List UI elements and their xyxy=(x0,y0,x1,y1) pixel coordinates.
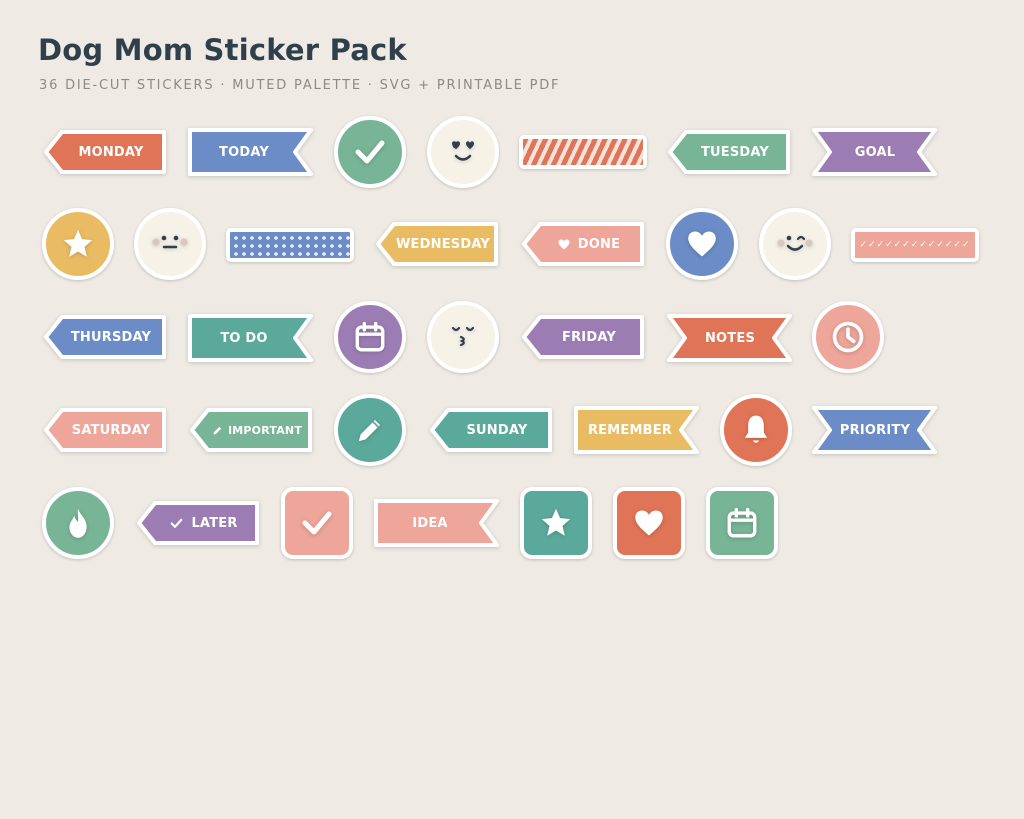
sticker-label: LATER xyxy=(191,515,238,531)
sticker-label: REMEMBER xyxy=(587,422,673,438)
sticker-later[interactable]: LATER xyxy=(135,500,261,546)
sticker-today[interactable]: TODAY xyxy=(187,127,315,177)
sticker-label-row: LATER xyxy=(151,500,257,546)
sticker-label-row: IMPORTANT xyxy=(204,407,310,453)
sticker-priority[interactable]: PRIORITY xyxy=(811,405,939,455)
sticker-label: TUESDAY xyxy=(700,144,770,160)
sticker-label-row: DONE xyxy=(536,221,642,267)
pencil-icon xyxy=(212,425,223,436)
sticker-thursday[interactable]: THURSDAY xyxy=(42,314,168,360)
sticker-clock-circle[interactable] xyxy=(812,301,884,373)
check-icon xyxy=(302,511,332,535)
sticker-label: IDEA xyxy=(412,515,448,531)
sticker-idea[interactable]: IDEA xyxy=(373,498,501,548)
sticker-heart-circle[interactable] xyxy=(666,208,738,280)
sticker-bell-circle[interactable] xyxy=(720,394,792,466)
clock-icon xyxy=(832,321,864,353)
bell-icon xyxy=(744,415,768,443)
sticker-notes[interactable]: NOTES xyxy=(666,313,794,363)
sticker-star-square[interactable] xyxy=(520,487,592,559)
sticker-star-circle[interactable] xyxy=(42,208,114,280)
sticker-done[interactable]: DONE xyxy=(520,221,646,267)
sticker-label: SUNDAY xyxy=(466,422,528,438)
sticker-label: FRIDAY xyxy=(562,329,616,345)
sticker-wednesday[interactable]: WEDNESDAY xyxy=(374,221,500,267)
check-icon xyxy=(355,140,385,164)
sticker-label: NOTES xyxy=(704,330,756,346)
sticker-label: GOAL xyxy=(854,144,896,160)
sticker-remember[interactable]: REMEMBER xyxy=(573,405,701,455)
sticker-check-strip[interactable]: ✓✓✓✓✓✓✓✓✓✓✓✓✓ xyxy=(851,228,979,262)
sticker-friday[interactable]: FRIDAY xyxy=(520,314,646,360)
sticker-label: PRIORITY xyxy=(839,422,911,438)
sticker-heart-square[interactable] xyxy=(613,487,685,559)
sticker-todo[interactable]: TO DO xyxy=(187,313,315,363)
sticker-smile-face[interactable] xyxy=(427,116,499,188)
sticker-check-square[interactable] xyxy=(281,487,353,559)
sticker-important[interactable]: IMPORTANT xyxy=(188,407,314,453)
sticker-pencil-circle[interactable] xyxy=(334,394,406,466)
sticker-saturday[interactable]: SATURDAY xyxy=(42,407,168,453)
heart-icon xyxy=(688,231,716,257)
sticker-kiss-face[interactable] xyxy=(427,301,499,373)
sticker-label: MONDAY xyxy=(78,144,144,160)
page-subtitle: 36 DIE-CUT STICKERS · MUTED PALETTE · SV… xyxy=(39,78,561,93)
sticker-neutral-face[interactable] xyxy=(134,208,206,280)
sticker-flame-circle[interactable] xyxy=(42,487,114,559)
page-title: Dog Mom Sticker Pack xyxy=(38,33,407,67)
sticker-tuesday[interactable]: TUESDAY xyxy=(666,129,792,175)
calendar-icon xyxy=(727,507,757,538)
flame-icon xyxy=(69,508,87,538)
sticker-label: TODAY xyxy=(219,144,269,160)
pencil-icon xyxy=(358,420,380,442)
smile-face-icon xyxy=(452,141,474,161)
sticker-dot-strip[interactable] xyxy=(226,228,354,262)
sticker-stripe-strip[interactable] xyxy=(519,135,647,169)
star-icon xyxy=(541,508,571,536)
sticker-label: SATURDAY xyxy=(71,422,151,438)
check-marks: ✓✓✓✓✓✓✓✓✓✓✓✓✓ xyxy=(859,240,971,250)
kiss-face-icon xyxy=(451,326,475,347)
sticker-calendar-square[interactable] xyxy=(706,487,778,559)
sticker-sunday[interactable]: SUNDAY xyxy=(428,407,554,453)
heart-icon xyxy=(635,510,663,536)
neutral-face-icon xyxy=(152,235,188,249)
sticker-label: DONE xyxy=(577,236,621,252)
heart-icon xyxy=(558,239,570,250)
calendar-icon xyxy=(355,321,385,352)
sticker-goal[interactable]: GOAL xyxy=(811,127,939,177)
sticker-wink-face[interactable] xyxy=(759,208,831,280)
sticker-label: THURSDAY xyxy=(70,329,152,345)
sticker-monday[interactable]: MONDAY xyxy=(42,129,168,175)
sticker-label: IMPORTANT xyxy=(227,423,303,437)
star-icon xyxy=(63,229,93,257)
sticker-check-circle[interactable] xyxy=(334,116,406,188)
check-icon xyxy=(170,518,183,529)
sticker-calendar-circle[interactable] xyxy=(334,301,406,373)
wink-face-icon xyxy=(777,235,813,251)
sticker-label: WEDNESDAY xyxy=(396,236,490,252)
sticker-label: TO DO xyxy=(220,330,268,346)
